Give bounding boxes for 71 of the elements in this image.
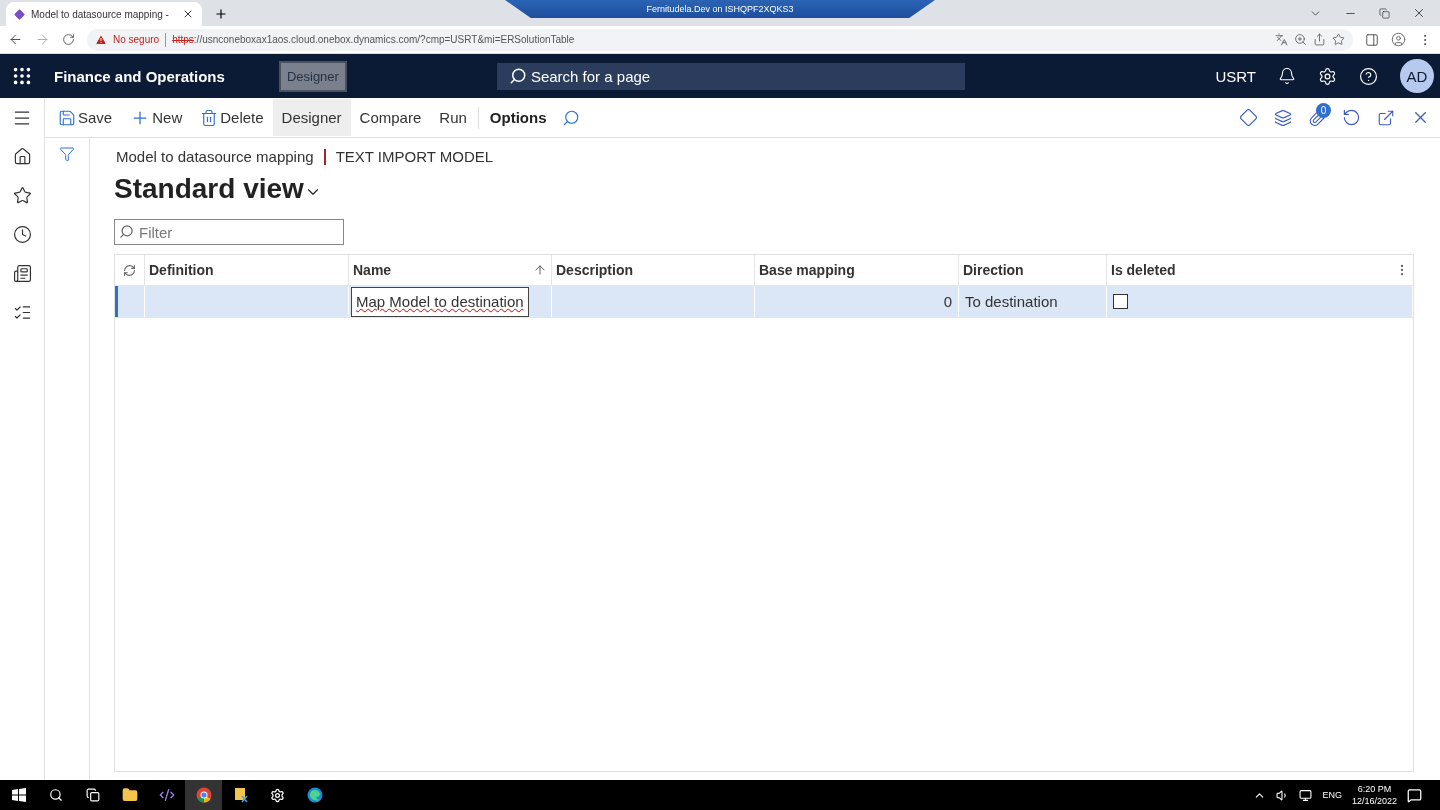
column-header[interactable]: Direction (959, 255, 1107, 285)
restore-icon[interactable] (1379, 7, 1390, 19)
breadcrumb-link[interactable]: Model to datasource mapping (116, 148, 314, 165)
workspace-icon (12, 264, 32, 283)
notification-bell-icon[interactable] (1278, 67, 1296, 85)
toolbar-button[interactable]: New (121, 99, 192, 136)
warning-icon (95, 33, 107, 46)
search-icon[interactable] (561, 108, 580, 127)
close-icon[interactable] (182, 8, 194, 20)
share-icon[interactable] (1313, 33, 1326, 46)
trash-icon (200, 108, 219, 127)
view-title[interactable]: Standard view (114, 173, 304, 205)
attachment-count-badge: 0 (1316, 102, 1331, 118)
notifications-icon[interactable] (1407, 787, 1422, 803)
address-bar[interactable]: No seguro https://usnconeboxax1aos.cloud.onebox.dynamics.com/?cmp=USRT&mi=ERSolutionTable (87, 28, 1353, 51)
list-icon (12, 303, 32, 322)
zoom-icon[interactable] (1294, 33, 1307, 46)
clock-icon (12, 225, 32, 244)
help-icon[interactable] (1359, 66, 1378, 86)
bookmark-star-icon[interactable] (1332, 33, 1345, 46)
back-icon[interactable] (8, 32, 23, 47)
new-tab-icon[interactable] (214, 7, 228, 21)
search-field[interactable]: Search for a page (496, 62, 965, 90)
filter-icon[interactable] (59, 146, 75, 162)
grid-row[interactable]: Map Model to destination 0 To destination (115, 286, 1413, 318)
search-icon (119, 224, 134, 239)
search-icon (508, 67, 527, 85)
toolbar-button[interactable]: Run (430, 99, 476, 136)
star-icon (12, 186, 32, 205)
toolbar-button[interactable]: Delete (191, 99, 273, 136)
toolbar-button[interactable]: Designer (272, 99, 351, 136)
refresh-icon[interactable] (123, 263, 136, 277)
mode-badge: Designer (278, 60, 347, 92)
side-panel-icon[interactable] (1365, 32, 1379, 47)
profile-icon[interactable] (1391, 32, 1406, 47)
reload-icon[interactable] (62, 33, 75, 46)
browser-icon[interactable] (185, 780, 222, 810)
close-icon[interactable] (1412, 6, 1426, 20)
column-header[interactable]: Base mapping (755, 255, 959, 285)
column-header[interactable]: Name (349, 255, 552, 285)
toolbar-button[interactable]: Save (49, 99, 122, 136)
user-avatar[interactable]: AD (1400, 59, 1434, 93)
browser-tab[interactable]: Model to datasource mapping - (6, 2, 202, 26)
remote-session-title: Fernitudela.Dev on ISHQPF2XQKS3 (645, 4, 795, 14)
column-header[interactable]: Description (552, 255, 755, 285)
filter-field[interactable]: Filter (114, 219, 344, 245)
app-icon (14, 8, 25, 20)
network-icon[interactable] (1299, 788, 1313, 802)
breadcrumb-record: TEXT IMPORT MODEL (335, 148, 494, 165)
company-label[interactable]: USRT (1215, 67, 1256, 85)
app-title: Finance and Operations (54, 67, 225, 85)
settings-icon[interactable] (1318, 66, 1337, 86)
toolbar-button[interactable]: Compare (350, 99, 431, 136)
language-indicator[interactable]: ENG (1322, 790, 1342, 800)
translate-icon[interactable] (1275, 33, 1288, 46)
security-label: No seguro (113, 34, 160, 45)
options-tab[interactable]: Options (480, 109, 556, 126)
table-cell: To destination (965, 293, 1058, 310)
save-icon (58, 108, 76, 127)
clock[interactable]: 6:20 PM 12/16/2022 (1351, 783, 1397, 807)
column-header[interactable]: Definition (145, 255, 349, 285)
home-icon (12, 147, 32, 166)
windows-logo-icon (11, 788, 26, 802)
url-text: https://usnconeboxax1aos.cloud.onebox.dynamics.com/?cmp=USRT&mi=ERSolutionTable (172, 34, 575, 45)
name-input[interactable]: Map Model to destination (351, 286, 529, 317)
checkbox[interactable] (1113, 294, 1128, 309)
open-new-window-icon[interactable] (1377, 108, 1395, 127)
column-header[interactable]: Is deleted (1107, 255, 1413, 285)
table-cell: 0 (943, 293, 952, 310)
grid-icon (11, 65, 33, 87)
refresh-icon[interactable] (1342, 108, 1361, 127)
